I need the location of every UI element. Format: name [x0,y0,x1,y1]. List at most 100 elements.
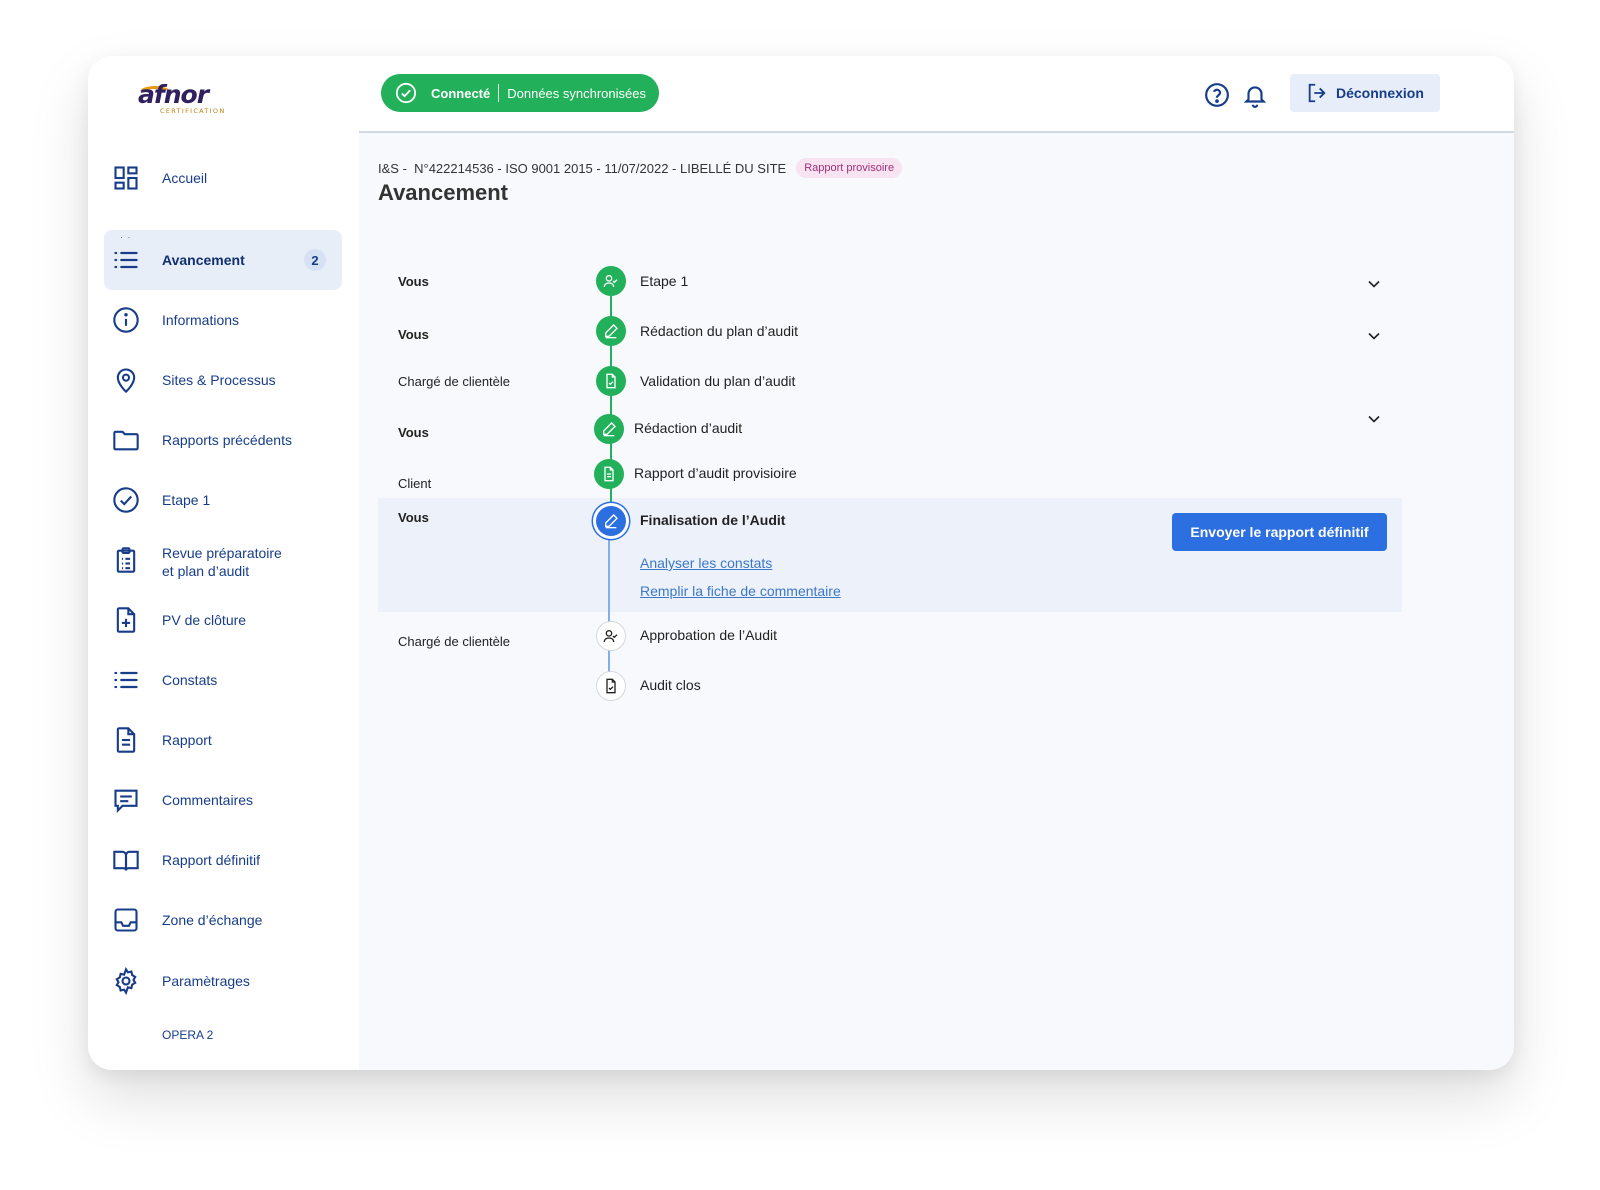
step-label-current: Finalisation de l’Audit [640,512,786,528]
step-label: Etape 1 [640,273,689,289]
book-icon [112,846,140,874]
sidebar-item-label: Informations [162,312,240,328]
step-actor: Chargé de clientèle [398,374,511,389]
comment-icon [112,786,140,814]
breadcrumb: I&S - N°422214536 - ISO 9001 2015 - 11/0… [378,158,903,178]
sidebar-item-label: Sites & Processus [162,372,276,388]
file-check-icon [606,678,616,694]
sidebar-item-label-line2: et plan d’audit [162,563,250,579]
breadcrumb-text: I&S - N°422214536 - ISO 9001 2015 - 11/0… [378,160,787,176]
sidebar-item-label: Rapport [162,732,212,748]
file-plus-icon [112,606,140,634]
step-node-pending [596,621,626,651]
sidebar-item-etape-1[interactable]: Etape 1 [104,470,342,530]
step-node-done [594,414,624,444]
send-final-report-button[interactable]: Envoyer le rapport définitif [1172,513,1387,551]
top-bar: Connecté Données synchronisées Déconnexi… [359,56,1514,133]
chevron-down-icon[interactable] [1364,409,1384,429]
step-actor: Client [398,476,432,491]
sidebar-item-commentaires[interactable]: Commentaires [104,770,342,830]
step-node-pending [596,671,626,701]
chevron-down-icon[interactable] [1364,326,1384,346]
sidebar-item-pv-cloture[interactable]: PV de clôture [104,590,342,650]
sidebar-item-rapports-precedents[interactable]: Rapports précédents [104,410,342,470]
sidebar-item-revue-preparatoire[interactable]: Revue préparatoire et plan d’audit [104,530,342,590]
step-actor: Chargé de clientèle [398,634,511,649]
sidebar: afnor CERTIFICATION Accueil · · Avanceme… [88,56,359,1070]
count-badge: 2 [304,249,326,271]
step-actor: Vous [398,510,429,525]
step-label: Rédaction du plan d’audit [640,323,799,339]
status-connected: Connecté [431,85,491,101]
step-node-done [594,459,624,489]
logout-button[interactable]: Déconnexion [1290,74,1440,112]
connection-status-pill: Connecté Données synchronisées [381,74,659,112]
bell-icon[interactable] [1242,82,1268,108]
inbox-icon [112,906,140,934]
timeline-connector-current [608,526,610,634]
dashboard-icon [112,164,140,192]
edit-icon [605,324,618,339]
sidebar-item-avancement[interactable]: · · Avancement 2 [104,230,342,290]
step-node-done [596,366,626,396]
sidebar-item-label-line1: Revue préparatoire [162,545,282,561]
sidebar-item-label: Rapports précédents [162,432,292,448]
sidebar-item-rapport[interactable]: Rapport [104,710,342,770]
sidebar-item-accueil[interactable]: Accueil [104,148,342,208]
user-check-icon [603,630,618,643]
sidebar-item-label: Commentaires [162,792,254,808]
step-label: Validation du plan d’audit [640,373,796,389]
drag-dots-icon: · · [120,232,132,242]
step-label: Approbation de l’Audit [640,627,777,643]
logout-label: Déconnexion [1336,85,1424,101]
step-node-current [596,506,626,536]
chevron-down-icon[interactable] [1364,274,1384,294]
sidebar-item-rapport-definitif[interactable]: Rapport définitif [104,830,342,890]
step-actor: Vous [398,274,429,289]
sidebar-item-label: Zone d’échange [162,912,263,928]
gear-icon [112,967,140,995]
sidebar-item-label: Accueil [162,170,208,186]
step-label: Rédaction d’audit [634,420,743,436]
list-icon [112,246,140,274]
logout-icon [1308,83,1326,103]
check-circle-icon [112,486,140,514]
page-title: Avancement [378,180,509,205]
logo-wordmark: afnor [138,80,209,109]
remplir-fiche-link[interactable]: Remplir la fiche de commentaire [640,583,841,599]
sidebar-item-constats[interactable]: Constats [104,650,342,710]
status-tag: Rapport provisoire [796,158,903,178]
step-label: Audit clos [640,677,701,693]
file-check-icon [606,373,616,389]
sidebar-item-label: Rapport définitif [162,852,261,868]
sidebar-item-label: PV de clôture [162,612,247,628]
file-text-icon [604,466,614,482]
step-node-done [596,316,626,346]
sidebar-item-informations[interactable]: Informations [104,290,342,350]
sidebar-item-label: Avancement [162,252,245,268]
afnor-logo[interactable]: afnor CERTIFICATION [138,80,258,120]
edit-icon [605,514,618,529]
logo-subtitle: CERTIFICATION [160,107,226,115]
step-actor: Vous [398,327,429,342]
clipboard-icon [112,546,140,574]
version-label: OPERA 2 [162,1028,214,1042]
status-sync: Données synchronisées [507,85,646,101]
sidebar-item-parametrages[interactable]: Paramètrages [104,951,342,1011]
edit-icon [603,422,616,437]
file-text-icon [112,726,140,754]
user-check-icon [603,275,618,288]
info-icon [112,306,140,334]
step-node-done [596,266,626,296]
app-window: afnor CERTIFICATION Accueil · · Avanceme… [88,56,1514,1070]
help-icon[interactable] [1204,82,1230,108]
sidebar-item-zone-echange[interactable]: Zone d’échange [104,890,342,950]
sidebar-item-sites-processus[interactable]: Sites & Processus [104,350,342,410]
analyser-constats-link[interactable]: Analyser les constats [640,555,772,571]
step-label: Rapport d’audit provisioire [634,465,797,481]
step-actor: Vous [398,425,429,440]
sidebar-item-label: Paramètrages [162,973,250,989]
divider [498,84,500,102]
check-circle-icon [395,82,417,104]
map-pin-icon [112,366,140,394]
